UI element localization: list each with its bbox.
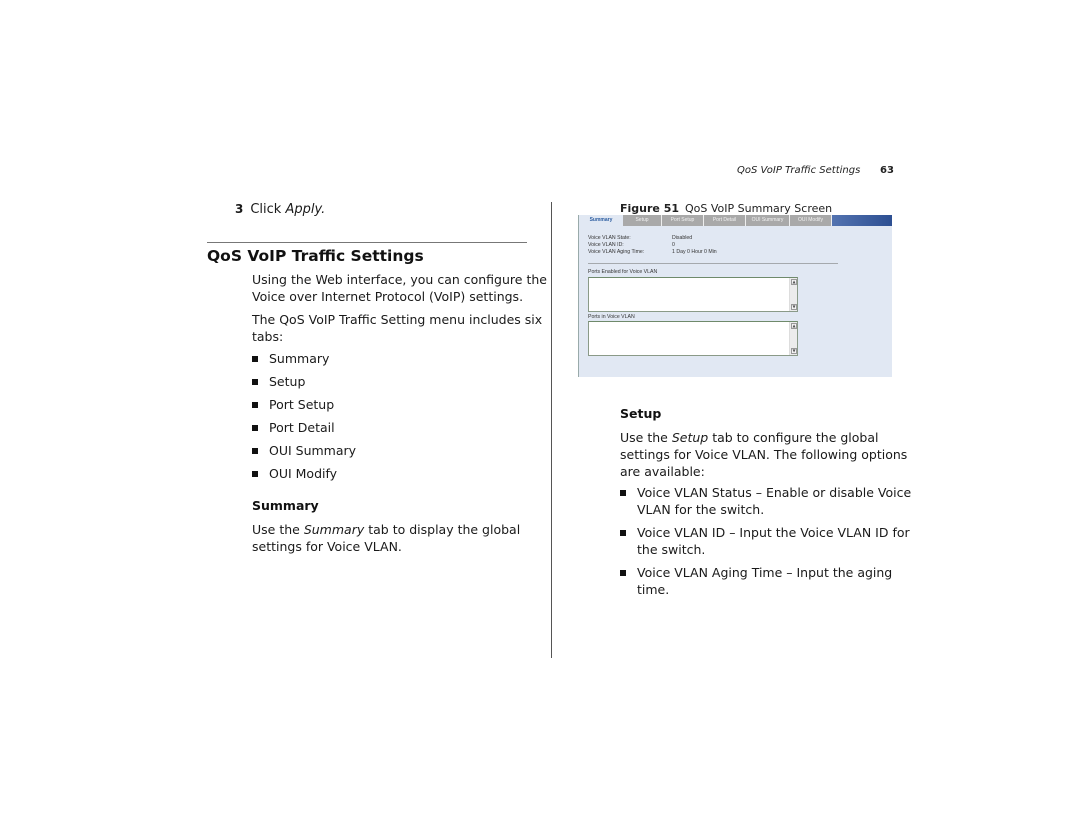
bullet-icon [252, 471, 258, 477]
tab-setup[interactable]: Setup [623, 215, 662, 226]
tab-oui-summary[interactable]: OUI Summary [746, 215, 790, 226]
setup-options-list: Voice VLAN Status – Enable or disable Vo… [620, 484, 911, 598]
setup-text-pre: Use the [620, 430, 672, 445]
bullet-icon [620, 570, 626, 576]
qos-voip-summary-screenshot: Summary Setup Port Setup Port Detail OUI… [578, 215, 892, 377]
ports-in-vlan-label: Ports in Voice VLAN [588, 314, 635, 320]
option-line-2: VLAN for the switch. [637, 502, 765, 517]
tab-oui-modify[interactable]: OUI Modify [790, 215, 832, 226]
bullet-icon [620, 530, 626, 536]
bullet-icon [252, 402, 258, 408]
field-value: Disabled [672, 235, 693, 241]
figure-caption-text: QoS VoIP Summary Screen [685, 202, 833, 215]
column-divider [551, 202, 552, 658]
field-voice-vlan-state: Voice VLAN State: Disabled [588, 235, 692, 241]
setup-paragraph: Use the Setup tab to configure the globa… [620, 429, 907, 480]
summary-heading: Summary [252, 498, 319, 513]
running-header-title: QoS VoIP Traffic Settings [737, 165, 861, 176]
section-rule [207, 242, 527, 243]
tab-port-setup[interactable]: Port Setup [662, 215, 704, 226]
list-item: Summary [252, 350, 356, 367]
step-emphasis: Apply. [285, 202, 326, 217]
figure-caption: Figure 51 QoS VoIP Summary Screen [620, 202, 832, 215]
setup-text-em: Setup [671, 430, 709, 445]
summary-text-em: Summary [303, 522, 365, 537]
field-label: Voice VLAN ID: [588, 242, 624, 248]
setup-text-post: tab to configure the global [708, 430, 879, 445]
menu-paragraph: The QoS VoIP Traffic Setting menu includ… [252, 311, 542, 345]
summary-text-pre: Use the [252, 522, 304, 537]
list-item: OUI Summary [252, 442, 356, 459]
list-item: Port Setup [252, 396, 356, 413]
field-voice-vlan-id: Voice VLAN ID: 0 [588, 242, 675, 248]
field-value: 1 Day 0 Hour 0 Min [672, 249, 717, 255]
tabs-list: Summary Setup Port Setup Port Detail OUI… [252, 350, 356, 482]
summary-line-2: settings for Voice VLAN. [252, 539, 402, 554]
scrollbar[interactable]: ▲ ▼ [789, 322, 797, 355]
setup-line-3: are available: [620, 464, 705, 479]
scroll-up-icon[interactable]: ▲ [791, 323, 797, 329]
tab-summary[interactable]: Summary [579, 215, 623, 226]
setup-heading: Setup [620, 406, 662, 421]
tab-port-detail[interactable]: Port Detail [704, 215, 746, 226]
option-line-1: Voice VLAN ID – Input the Voice VLAN ID … [637, 525, 910, 540]
menu-line-1: The QoS VoIP Traffic Setting menu includ… [252, 312, 543, 327]
ports-enabled-label: Ports Enabled for Voice VLAN [588, 269, 658, 275]
tab-bar: Summary Setup Port Setup Port Detail OUI… [579, 215, 892, 226]
list-item-label: Port Setup [269, 397, 335, 412]
summary-text-post: tab to display the global [364, 522, 521, 537]
field-voice-vlan-aging-time: Voice VLAN Aging Time: 1 Day 0 Hour 0 Min [588, 249, 717, 255]
list-item-label: OUI Modify [269, 466, 338, 481]
intro-line-2: Voice over Internet Protocol (VoIP) sett… [252, 289, 524, 304]
screenshot-divider [588, 263, 838, 264]
ports-enabled-listbox[interactable]: ▲ ▼ [588, 277, 798, 312]
option-line-2: time. [637, 582, 670, 597]
summary-paragraph: Use the Summary tab to display the globa… [252, 521, 520, 555]
list-item-label: Port Detail [269, 420, 335, 435]
bullet-icon [252, 425, 258, 431]
bullet-icon [620, 490, 626, 496]
tab-bar-fill [832, 215, 892, 226]
field-label: Voice VLAN Aging Time: [588, 249, 645, 255]
field-value: 0 [672, 242, 675, 248]
section-title: QoS VoIP Traffic Settings [207, 247, 424, 265]
bullet-icon [252, 448, 258, 454]
step-3: 3 Click Apply. [235, 202, 325, 217]
list-item: OUI Modify [252, 465, 356, 482]
figure-label: Figure 51 [620, 202, 680, 215]
option-line-1: Voice VLAN Status – Enable or disable Vo… [637, 485, 912, 500]
intro-line-1: Using the Web interface, you can configu… [252, 272, 547, 287]
step-text: Click [250, 202, 286, 217]
list-item: Voice VLAN Status – Enable or disable Vo… [620, 484, 911, 518]
intro-paragraph: Using the Web interface, you can configu… [252, 271, 547, 305]
scroll-up-icon[interactable]: ▲ [791, 279, 797, 285]
list-item: Voice VLAN ID – Input the Voice VLAN ID … [620, 524, 911, 558]
option-line-2: the switch. [637, 542, 706, 557]
list-item-label: Summary [269, 351, 330, 366]
menu-line-2: tabs: [252, 329, 284, 344]
bullet-icon [252, 379, 258, 385]
list-item-label: OUI Summary [269, 443, 357, 458]
field-label: Voice VLAN State: [588, 235, 631, 241]
ports-in-vlan-listbox[interactable]: ▲ ▼ [588, 321, 798, 356]
scroll-down-icon[interactable]: ▼ [791, 304, 797, 310]
list-item: Port Detail [252, 419, 356, 436]
setup-line-2: settings for Voice VLAN. The following o… [620, 447, 908, 462]
bullet-icon [252, 356, 258, 362]
list-item-label: Setup [269, 374, 306, 389]
scroll-down-icon[interactable]: ▼ [791, 348, 797, 354]
page-number: 63 [880, 165, 894, 176]
list-item: Setup [252, 373, 356, 390]
scrollbar[interactable]: ▲ ▼ [789, 278, 797, 311]
list-item: Voice VLAN Aging Time – Input the aging t… [620, 564, 911, 598]
option-line-1: Voice VLAN Aging Time – Input the aging [637, 565, 893, 580]
step-number: 3 [235, 202, 244, 216]
